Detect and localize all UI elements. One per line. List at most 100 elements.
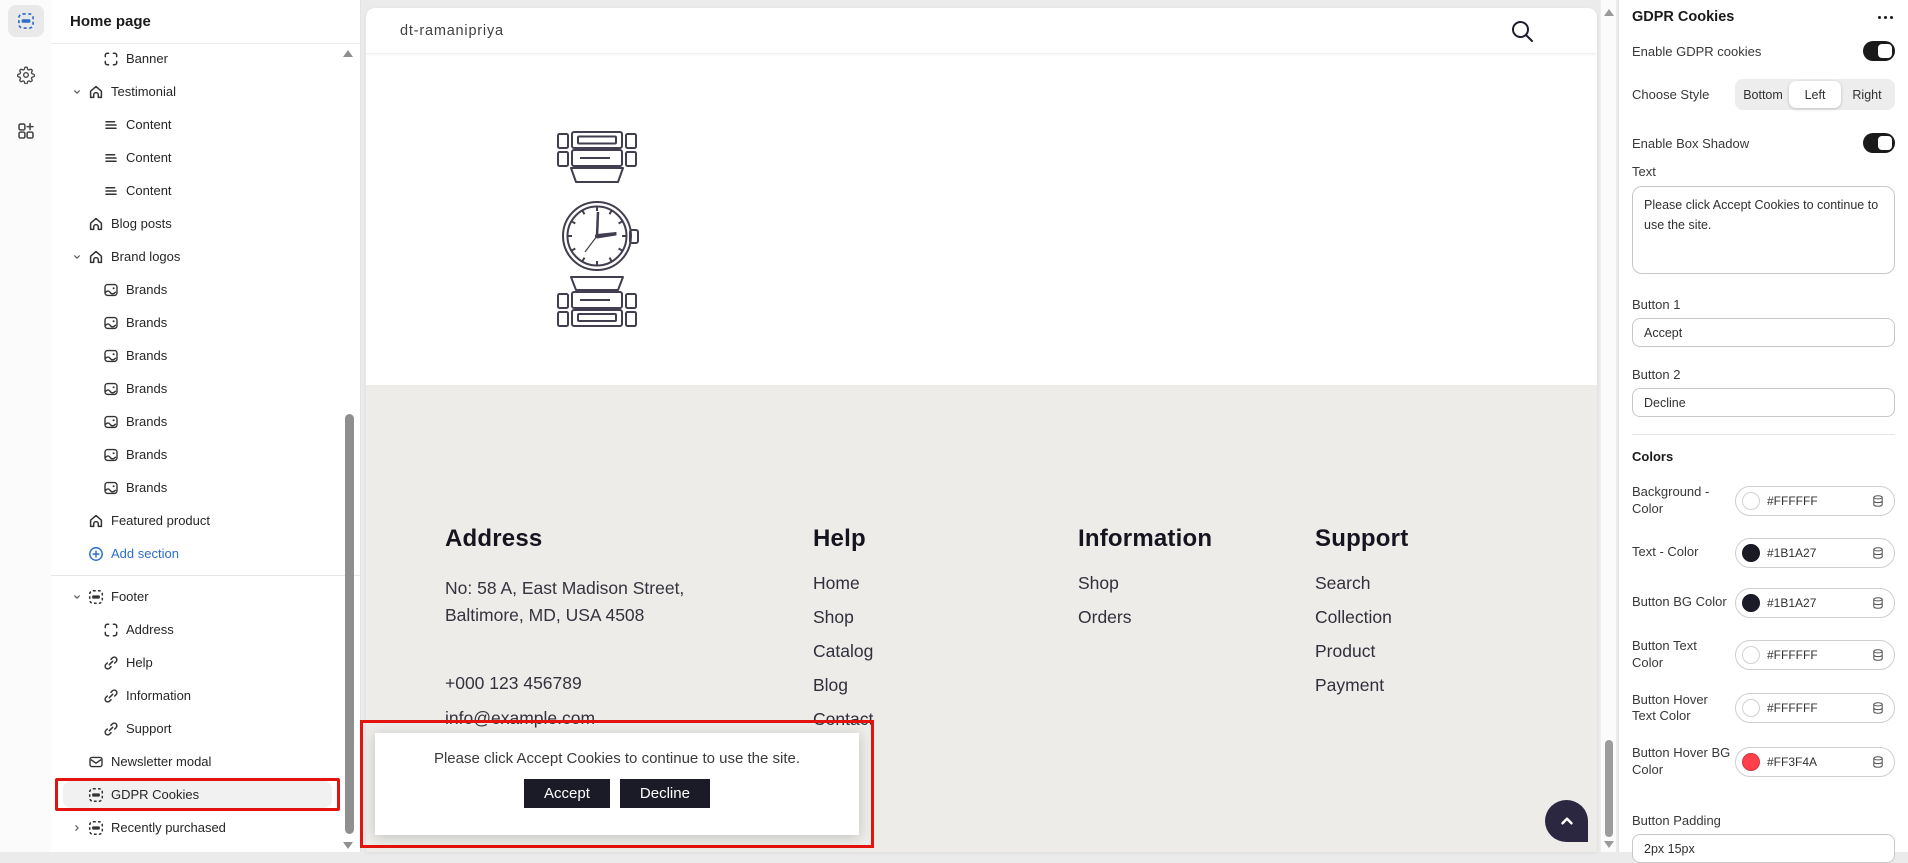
sections-nav-button[interactable] (8, 5, 44, 37)
sidebar-item-brands[interactable]: Brands (63, 339, 332, 372)
sidebar-item-label: Testimonial (111, 84, 176, 99)
sidebar-item-footer[interactable]: Footer (63, 580, 332, 613)
box-shadow-label: Enable Box Shadow (1632, 136, 1749, 151)
sidebar-item-label: Brands (126, 282, 167, 297)
sections-icon (88, 589, 104, 605)
color-field[interactable]: #FFFFFF (1735, 486, 1895, 516)
link-icon (103, 655, 119, 671)
color-label: Button BG Color (1632, 594, 1735, 611)
sidebar-item-testimonial[interactable]: Testimonial (63, 75, 332, 108)
chevron-down-icon[interactable] (72, 592, 82, 602)
sidebar-item-information[interactable]: Information (63, 679, 332, 712)
button1-input[interactable] (1632, 318, 1895, 347)
stack-icon (1871, 546, 1885, 560)
address-line-1: No: 58 A, East Madison Street, (445, 575, 805, 602)
sidebar-item-content[interactable]: Content (63, 108, 332, 141)
gdpr-banner-highlight: Please click Accept Cookies to continue … (360, 720, 874, 848)
color-hex-value: #FFFFFF (1767, 648, 1864, 662)
sidebar-item-label: Add section (111, 546, 179, 561)
color-setting-row: Button Text Color#FFFFFF (1632, 638, 1895, 672)
gdpr-cookie-banner: Please click Accept Cookies to continue … (375, 733, 859, 835)
color-hex-value: #1B1A27 (1767, 596, 1864, 610)
chevron-down-icon[interactable] (72, 252, 82, 262)
color-field[interactable]: #FFFFFF (1735, 640, 1895, 670)
footer-support-column: Support SearchCollectionProductPayment (1315, 525, 1408, 709)
sidebar-item-add-section[interactable]: Add section (63, 537, 332, 570)
home-icon (88, 216, 104, 232)
style-option-bottom[interactable]: Bottom (1737, 81, 1789, 108)
preview-scrollbar-track[interactable] (1600, 0, 1616, 852)
sidebar-item-brand-logos[interactable]: Brand logos (63, 240, 332, 273)
sidebar-scrollbar-thumb[interactable] (345, 414, 354, 834)
color-hex-value: #FF3F4A (1767, 755, 1864, 769)
preview-scrollbar-thumb[interactable] (1605, 740, 1613, 837)
sidebar-item-brands[interactable]: Brands (63, 372, 332, 405)
kebab-menu-icon[interactable] (1876, 12, 1895, 23)
color-field[interactable]: #FF3F4A (1735, 747, 1895, 777)
style-option-left[interactable]: Left (1789, 81, 1841, 108)
store-logo[interactable]: dt-ramanipriya (400, 23, 504, 39)
footer-heading-help: Help (813, 525, 873, 553)
sidebar-item-address[interactable]: Address (63, 613, 332, 646)
button1-label: Button 1 (1632, 297, 1895, 312)
sidebar-item-brands[interactable]: Brands (63, 306, 332, 339)
footer-link[interactable]: Product (1315, 641, 1408, 662)
footer-link[interactable]: Payment (1315, 675, 1408, 696)
sidebar-item-brands[interactable]: Brands (63, 438, 332, 471)
theme-settings-nav-button[interactable] (8, 59, 44, 91)
sidebar-item-support[interactable]: Support (63, 712, 332, 745)
footer-phone[interactable]: +000 123 456789 (445, 673, 805, 694)
footer-link[interactable]: Home (813, 573, 873, 594)
lines-icon (103, 183, 119, 199)
sidebar-tree: BannerTestimonialContentContentContentBl… (51, 42, 360, 852)
scroll-to-top-button[interactable] (1545, 800, 1588, 842)
footer-link[interactable]: Search (1315, 573, 1408, 594)
sidebar-item-brands[interactable]: Brands (63, 471, 332, 504)
style-option-right[interactable]: Right (1841, 81, 1893, 108)
scrollbar-down-arrow[interactable] (343, 842, 353, 849)
sidebar-item-brands[interactable]: Brands (63, 273, 332, 306)
sidebar-item-help[interactable]: Help (63, 646, 332, 679)
chevron-right-icon[interactable] (72, 823, 82, 833)
sidebar-item-content[interactable]: Content (63, 141, 332, 174)
button-padding-input[interactable] (1632, 834, 1895, 863)
preview-scrollbar-down-arrow[interactable] (1604, 841, 1614, 848)
enable-gdpr-toggle[interactable] (1863, 41, 1895, 61)
home-icon (88, 84, 104, 100)
scrollbar-up-arrow[interactable] (343, 50, 353, 57)
style-segmented-control: BottomLeftRight (1735, 79, 1895, 110)
choose-style-label: Choose Style (1632, 87, 1709, 102)
color-field[interactable]: #1B1A27 (1735, 538, 1895, 568)
decline-button[interactable]: Decline (620, 779, 710, 808)
text-field-label: Text (1632, 164, 1895, 179)
image-icon (103, 282, 119, 298)
accept-button[interactable]: Accept (524, 779, 610, 808)
sidebar-item-label: Brand logos (111, 249, 180, 264)
chevron-down-icon[interactable] (72, 87, 82, 97)
color-field[interactable]: #FFFFFF (1735, 693, 1895, 723)
sidebar-item-recently-purchased[interactable]: Recently purchased (63, 811, 332, 844)
image-icon (103, 447, 119, 463)
search-icon[interactable] (1509, 18, 1535, 44)
footer-link[interactable]: Shop (813, 607, 873, 628)
sidebar-item-brands[interactable]: Brands (63, 405, 332, 438)
apps-nav-button[interactable] (8, 115, 44, 147)
footer-link[interactable]: Catalog (813, 641, 873, 662)
stack-icon (1871, 494, 1885, 508)
footer-link[interactable]: Shop (1078, 573, 1212, 594)
sidebar-item-newsletter-modal[interactable]: Newsletter modal (63, 745, 332, 778)
color-label: Button Hover Text Color (1632, 692, 1735, 726)
sidebar-item-featured-product[interactable]: Featured product (63, 504, 332, 537)
sidebar-item-banner[interactable]: Banner (63, 42, 332, 75)
banner-text-input[interactable]: Please click Accept Cookies to continue … (1632, 186, 1895, 274)
button2-input[interactable] (1632, 388, 1895, 417)
color-field[interactable]: #1B1A27 (1735, 588, 1895, 618)
box-shadow-toggle[interactable] (1863, 133, 1895, 153)
sidebar-item-content[interactable]: Content (63, 174, 332, 207)
preview-scrollbar-up-arrow[interactable] (1604, 9, 1614, 16)
footer-link[interactable]: Collection (1315, 607, 1408, 628)
footer-link[interactable]: Blog (813, 675, 873, 696)
sidebar-item-blog-posts[interactable]: Blog posts (63, 207, 332, 240)
footer-link[interactable]: Orders (1078, 607, 1212, 628)
sidebar-item-gdpr-cookies[interactable]: GDPR Cookies (63, 781, 332, 808)
